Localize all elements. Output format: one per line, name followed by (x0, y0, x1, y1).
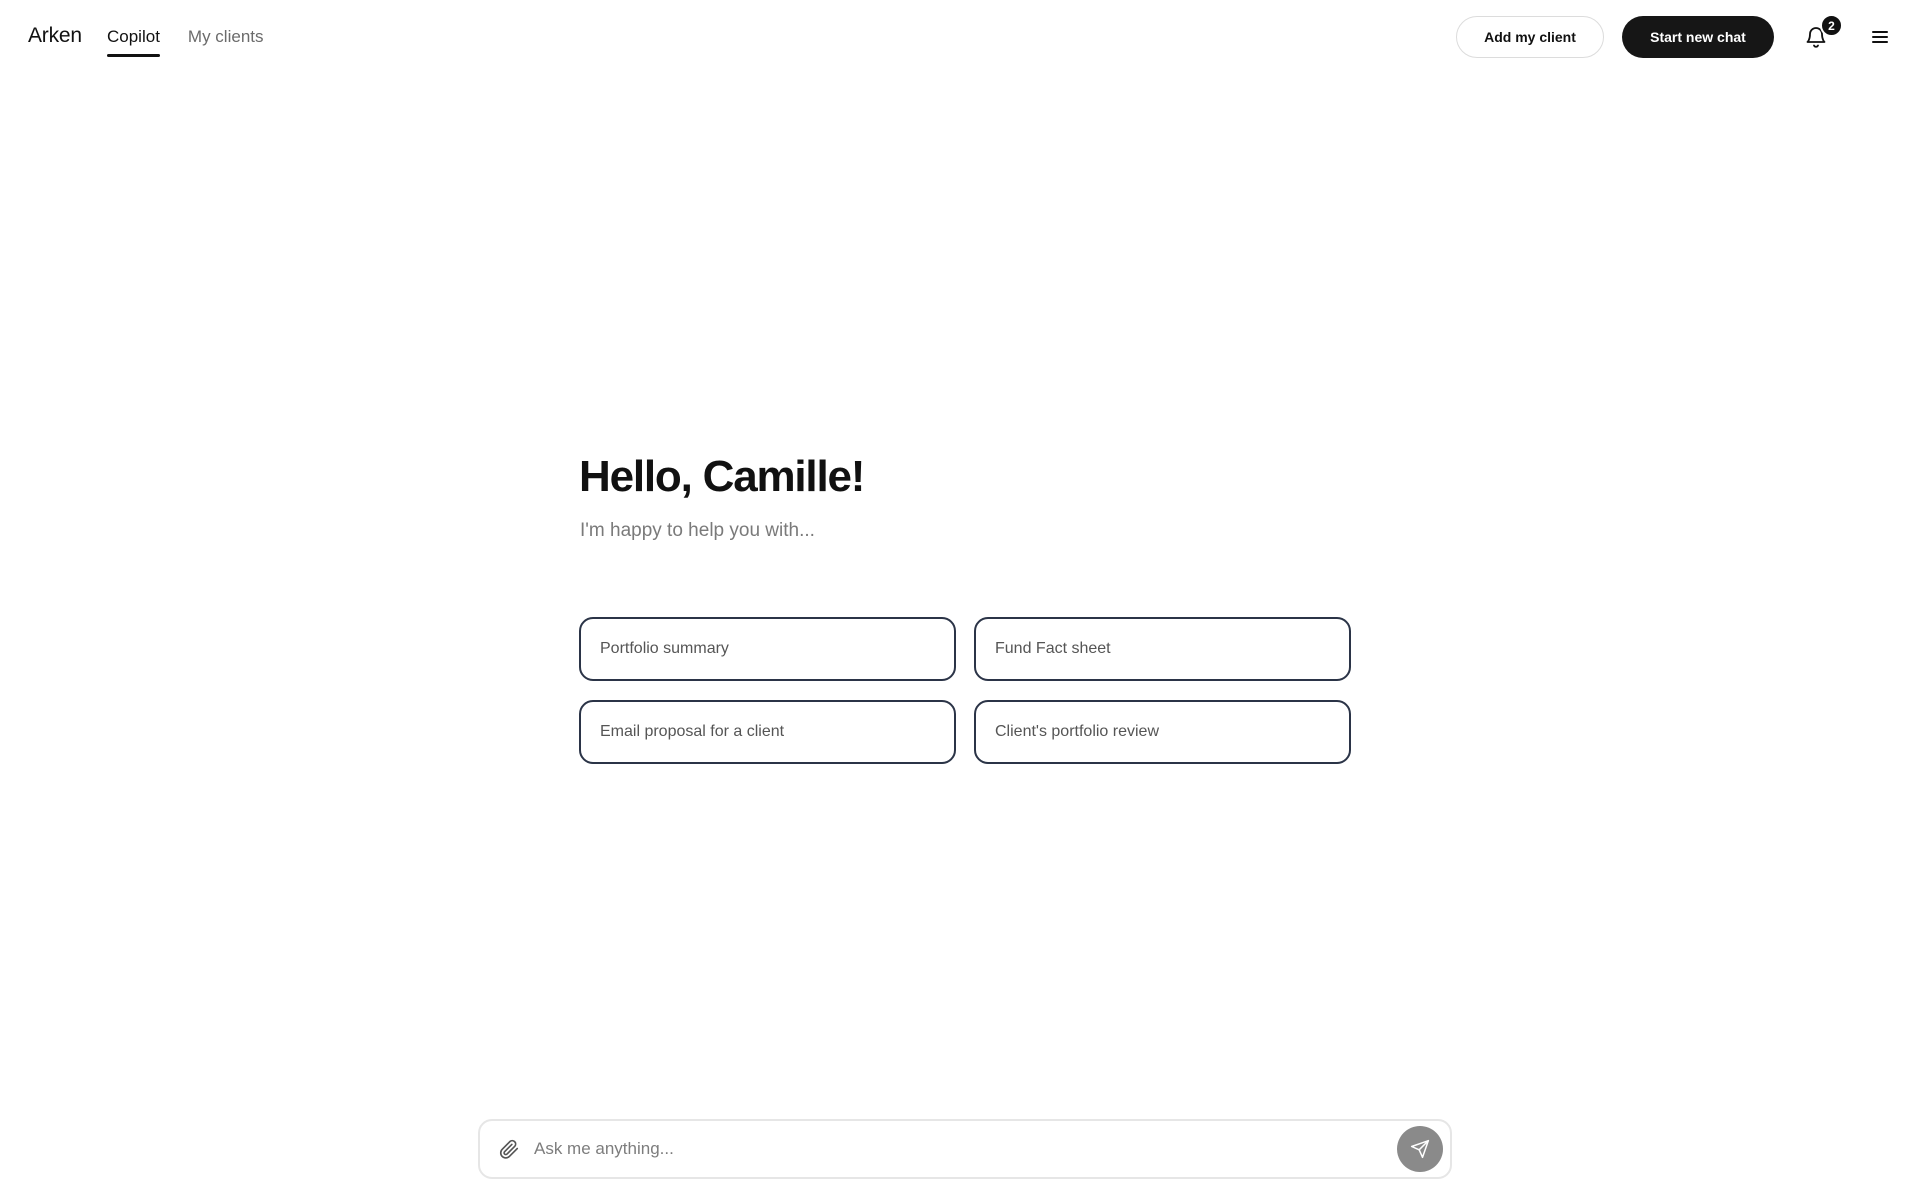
main-nav: Copilot My clients (107, 0, 292, 74)
tab-copilot[interactable]: Copilot (107, 0, 160, 74)
add-my-client-button[interactable]: Add my client (1456, 16, 1604, 58)
page: Arken Copilot My clients Add my client S… (0, 0, 1920, 1200)
suggestion-email-proposal[interactable]: Email proposal for a client (579, 700, 956, 764)
greeting-heading: Hello, Camille! (579, 452, 865, 501)
top-bar: Arken Copilot My clients Add my client S… (0, 0, 1920, 74)
chat-input[interactable] (534, 1131, 1364, 1167)
tab-my-clients[interactable]: My clients (188, 0, 264, 74)
brand-logo[interactable]: Arken (28, 24, 82, 48)
suggestion-portfolio-summary[interactable]: Portfolio summary (579, 617, 956, 681)
suggestion-portfolio-review[interactable]: Client's portfolio review (974, 700, 1351, 764)
notification-count-badge: 2 (1820, 14, 1843, 37)
hamburger-menu-icon[interactable] (1870, 26, 1890, 48)
chat-composer (478, 1119, 1452, 1179)
greeting-subtitle: I'm happy to help you with... (580, 520, 815, 541)
suggestion-fund-fact-sheet[interactable]: Fund Fact sheet (974, 617, 1351, 681)
paperclip-icon[interactable] (498, 1138, 520, 1160)
start-new-chat-button[interactable]: Start new chat (1622, 16, 1774, 58)
send-icon[interactable] (1397, 1126, 1443, 1172)
